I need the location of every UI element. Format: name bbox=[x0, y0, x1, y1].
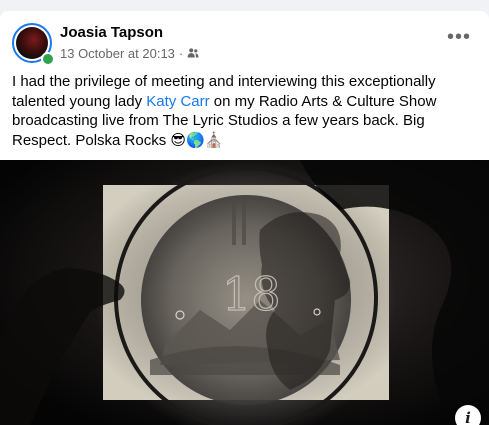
online-status-dot bbox=[41, 52, 55, 66]
post-meta: 13 October at 20:13 · bbox=[60, 44, 199, 62]
author-name[interactable]: Joasia Tapson bbox=[60, 24, 163, 41]
more-options-button[interactable]: ••• bbox=[441, 23, 477, 59]
tagged-person-link[interactable]: Katy Carr bbox=[146, 93, 209, 110]
avatar[interactable] bbox=[12, 23, 55, 66]
post-text: I had the privilege of meeting and inter… bbox=[12, 72, 474, 150]
video-number-overlay: 18 bbox=[222, 267, 281, 321]
post-timestamp[interactable]: 13 October at 20:13 bbox=[60, 46, 175, 61]
friends-icon[interactable] bbox=[187, 47, 199, 59]
more-icon: ••• bbox=[446, 26, 471, 48]
meta-separator: · bbox=[178, 45, 184, 61]
post-card: Joasia Tapson 13 October at 20:13 · ••• … bbox=[0, 11, 489, 425]
post-header: Joasia Tapson 13 October at 20:13 · ••• bbox=[12, 23, 477, 66]
post-video[interactable]: 18 i bbox=[0, 160, 489, 425]
video-frame: 18 bbox=[0, 160, 489, 425]
info-icon[interactable]: i bbox=[455, 405, 481, 425]
